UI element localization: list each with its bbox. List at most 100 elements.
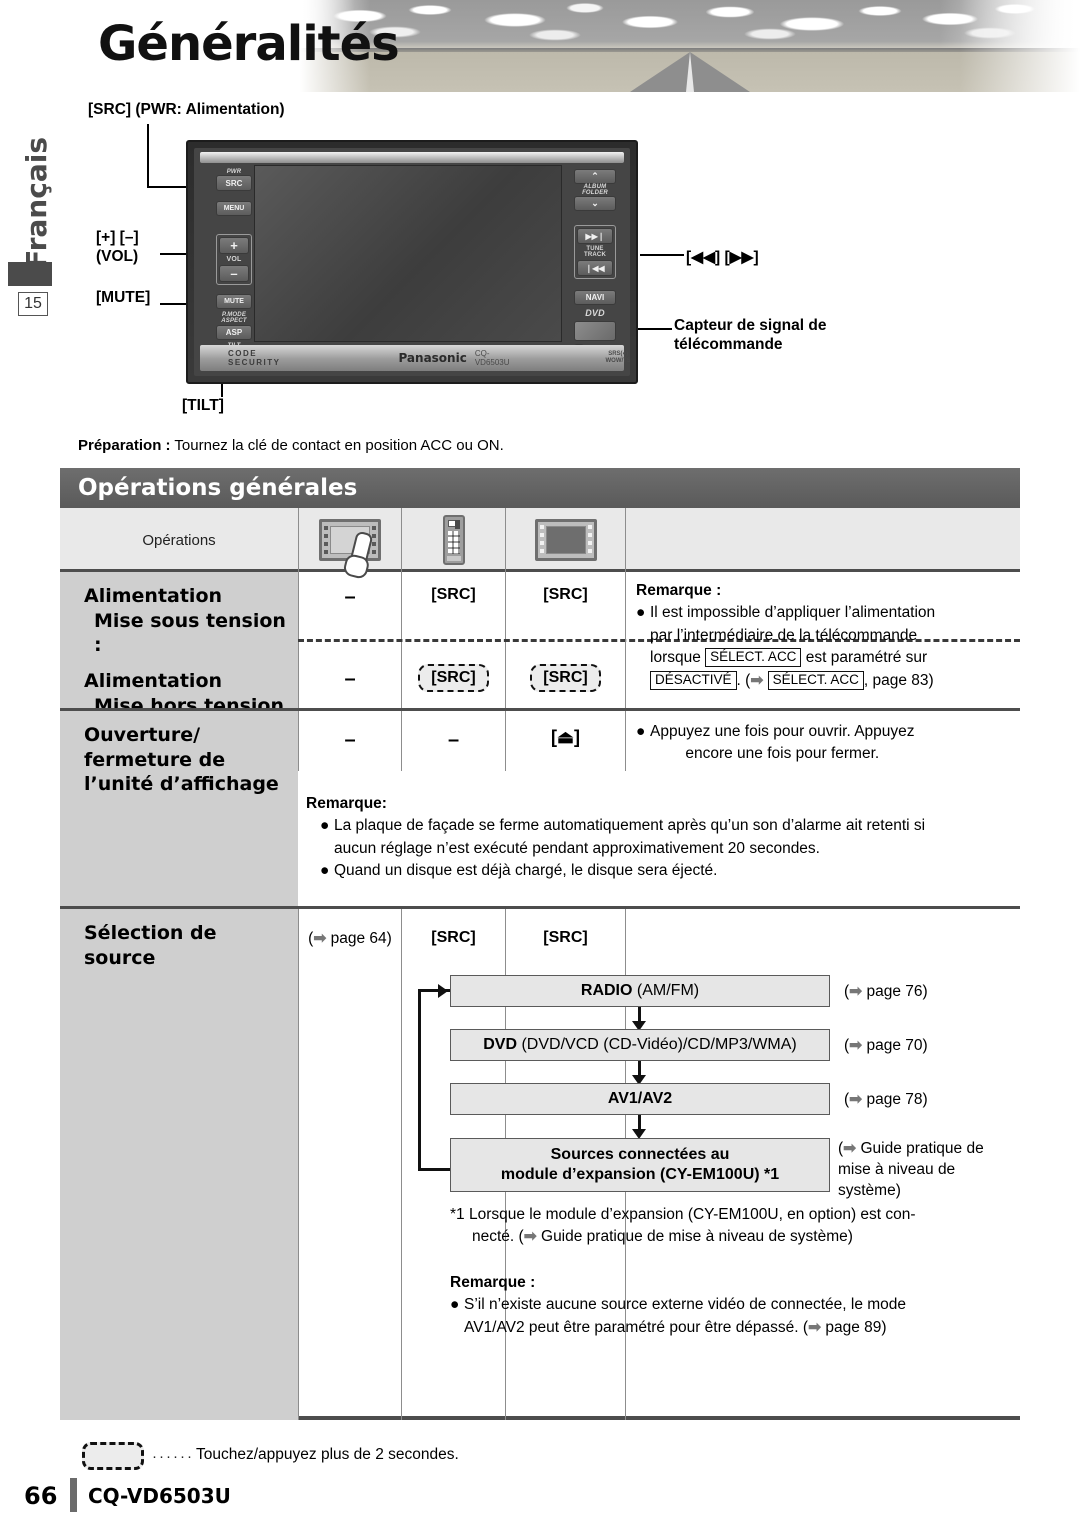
flow-pageref-expansion-line1: (➡ Guide pratique de	[838, 1139, 984, 1160]
unit-volume-up-key[interactable]: +	[219, 237, 249, 254]
language-tab-bar	[8, 262, 52, 286]
cell-power-off-unit: [SRC]	[505, 640, 625, 708]
preparation-label: Préparation :	[78, 437, 171, 454]
table-header-remote	[401, 508, 505, 572]
unit-album-up-key[interactable]: ⌃	[574, 169, 616, 184]
banner-centerline	[686, 52, 694, 92]
flow-dvd-label: DVD (DVD/VCD (CD-Vidéo)/CD/MP3/WMA)	[483, 1036, 797, 1053]
unit-menu-key[interactable]: MENU	[216, 201, 252, 216]
unit-left-button-column: PWR SRC MENU + VOL – MUTE P.MODE ASPECT …	[216, 165, 252, 364]
unit-aspect-label: ASPECT	[221, 318, 247, 324]
flow-pageref-expansion: (➡ Guide pratique de mise à niveau de sy…	[838, 1139, 984, 1202]
unit-model-label: CQ-VD6503U	[474, 349, 510, 367]
cell-power-off-remote: [SRC]	[401, 640, 505, 708]
leader-line-track	[640, 254, 684, 256]
unit-srs-line2: WOW/TS	[605, 358, 630, 364]
unit-remote-sensor-window	[574, 321, 616, 341]
arrow-right-icon: ➡	[750, 671, 764, 689]
cell-open-close-note: ● Appuyez une fois pour ouvrir. Appuyez …	[625, 711, 1020, 771]
note-power-line1: Il est impossible d’appliquer l’alimenta…	[650, 604, 936, 622]
unit-navi-key[interactable]: NAVI	[574, 290, 616, 305]
note-open-remark-block: Remarque: ● La plaque de façade se ferme…	[298, 793, 1020, 883]
unit-dvd-logo: DVD	[585, 308, 605, 318]
flow-expansion-line1: Sources connectées au	[550, 1146, 730, 1163]
arrow-right-icon: ➡	[849, 983, 863, 1000]
row-power-off-line1: Alimentation	[84, 670, 223, 693]
arrow-right-icon: ➡	[843, 1140, 857, 1157]
unit-src-key[interactable]: SRC	[216, 175, 252, 191]
table-header-notes	[625, 508, 1020, 572]
source-footnote-line2: necté. (➡ Guide pratique de mise à nivea…	[450, 1226, 1020, 1248]
unit-album-down-key[interactable]: ⌄	[574, 196, 616, 211]
unit-brand-label: Panasonic	[398, 351, 467, 365]
unit-srs-line1: SRS(●)	[608, 351, 629, 358]
cell-power-off-touch-value: –	[344, 668, 356, 690]
page-footer-bar	[70, 1478, 77, 1512]
cell-power-on-touch-value: –	[344, 586, 356, 608]
note-power-key-accsel-2: SÉLECT. ACC	[767, 670, 864, 690]
cell-open-close-touch-value: –	[344, 729, 356, 751]
legend-dots: ······	[152, 1448, 194, 1465]
table-row-label-power: Alimentation Mise sous tension : Aliment…	[60, 572, 298, 741]
unit-mute-key[interactable]: MUTE	[216, 294, 252, 309]
row-source-line2: source	[84, 946, 156, 969]
note-open-remark-b1-line1: La plaque de façade se ferme automatique…	[334, 817, 926, 835]
row-open-close-line3: l’unité d’affichage	[84, 773, 279, 796]
note-open-remark-bullet-2: ● Quand un disque est déjà chargé, le di…	[320, 860, 1020, 882]
cell-power-off-touch: –	[298, 640, 401, 708]
source-footnote-line2-b: Guide pratique de mise à niveau de systè…	[536, 1227, 853, 1245]
cell-open-close-touch: –	[298, 711, 401, 771]
flow-pageref-av-text: page 78)	[862, 1091, 928, 1108]
row-source-line1: Sélection de	[84, 922, 217, 944]
flow-box-expansion: Sources connectées au module d’expansion…	[450, 1138, 830, 1192]
note-power-line4-b: , page 83)	[863, 671, 934, 689]
source-note-bullet: ● S’il n’existe aucune source externe vi…	[450, 1294, 1020, 1339]
bullet-dot-icon: ●	[636, 723, 646, 740]
cell-power-on-unit: [SRC]	[505, 572, 625, 640]
preparation-text: Préparation : Tournez la clé de contact …	[78, 437, 504, 454]
cell-source-page-ref: page 64)	[326, 930, 392, 947]
cell-open-close-unit: [⏏]	[505, 711, 625, 771]
flow-box-av: AV1/AV2	[450, 1083, 830, 1115]
note-open-remark-title: Remarque:	[306, 795, 387, 812]
head-unit-icon	[534, 519, 597, 561]
unit-code-security-label: CODE SECURITY	[228, 349, 281, 367]
note-power-key-off: DÉSACTIVÉ	[650, 670, 737, 690]
legend-text: Touchez/appuyez plus de 2 secondes.	[196, 1446, 459, 1463]
unit-rewind-key[interactable]: ❘◀◀	[577, 260, 613, 276]
note-open-line2: encore une fois pour fermer.	[685, 745, 880, 763]
unit-asp-key[interactable]: ASP	[216, 325, 252, 340]
note-power-line3-b: est paramétré sur	[801, 649, 928, 667]
note-power-line3: lorsque SÉLECT. ACC est paramétré sur	[650, 647, 935, 669]
flow-expansion-line2: module d’expansion (CY-EM100U) *1	[500, 1166, 780, 1183]
unit-forward-key[interactable]: ▶▶❘	[577, 228, 613, 244]
flow-av-label: AV1/AV2	[607, 1090, 673, 1107]
flow-radio-label: RADIO (AM/FM)	[580, 982, 700, 999]
note-power: Remarque : ● Il est impossible d’appliqu…	[636, 580, 1016, 692]
table-row-label-open-close: Ouverture/ fermeture de l’unité d’affich…	[60, 711, 298, 906]
page-title: Généralités	[98, 16, 400, 72]
note-power-line3-a: lorsque	[650, 649, 706, 667]
unit-volume-group: + VOL –	[216, 234, 252, 285]
page-footer-model: CQ-VD6503U	[88, 1484, 231, 1508]
arrow-right-icon: ➡	[808, 1318, 822, 1336]
source-note-line1: S’il n’existe aucune source externe vidé…	[464, 1296, 907, 1314]
arrow-right-icon: ➡	[849, 1091, 863, 1108]
unit-volume-down-key[interactable]: –	[219, 265, 249, 282]
section-header: Opérations générales	[60, 468, 1020, 508]
row-open-close-line1: Ouverture/	[84, 724, 201, 746]
cell-open-close-remote-value: –	[447, 729, 460, 751]
cell-power-on-remote-value: [SRC]	[431, 586, 476, 603]
note-open-line1: Appuyez une fois pour ouvrir. Appuyez	[650, 723, 915, 740]
cell-power-off-unit-value: [SRC]	[530, 664, 601, 692]
flow-pageref-expansion-line3: système)	[838, 1181, 901, 1199]
table-header-head-unit	[505, 508, 625, 572]
callout-volume-line1: [+] [–]	[96, 229, 139, 246]
callout-src-power: [SRC] (PWR: Alimentation)	[88, 101, 285, 118]
bullet-dot-icon: ●	[320, 817, 330, 835]
unit-srs-logo: SRS(●) WOW/TS	[606, 351, 630, 364]
cell-power-off-remote-value: [SRC]	[418, 664, 489, 692]
flow-pageref-radio: (➡ page 76)	[844, 983, 928, 1000]
callout-mute: [MUTE]	[96, 289, 151, 306]
operations-table: Opérations Alimentation Mise sous tensio…	[60, 508, 1020, 1420]
